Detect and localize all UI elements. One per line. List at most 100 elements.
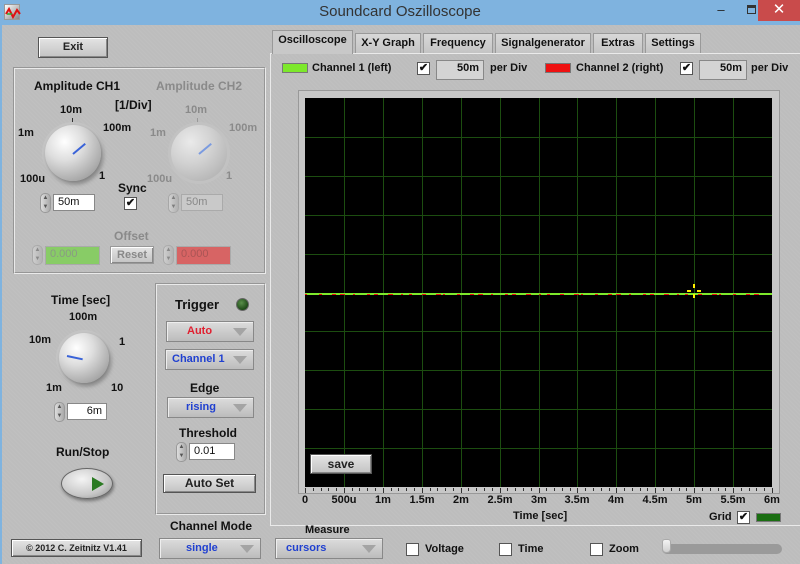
threshold-input[interactable]: 0.01 xyxy=(189,443,235,460)
minimize-button[interactable]: – xyxy=(706,0,736,21)
tab-frequency[interactable]: Frequency xyxy=(423,33,493,53)
ch1-knob-label-100u: 100u xyxy=(20,173,46,185)
x-axis-tick-label: 1m xyxy=(375,494,391,506)
channel-2-trace-segment xyxy=(615,294,621,295)
amplitude-ch2-knob xyxy=(171,125,227,181)
x-axis-tick xyxy=(523,488,524,491)
edge-label: Edge xyxy=(190,381,220,395)
x-axis-tick xyxy=(437,488,438,491)
channel-mode-value: single xyxy=(186,542,218,554)
amplitude-unit-label: [1/Div] xyxy=(115,98,152,112)
channel-mode-dropdown[interactable]: single xyxy=(159,538,261,559)
x-axis-tick xyxy=(663,488,664,491)
x-axis-tick xyxy=(632,488,633,491)
x-axis-tick xyxy=(616,488,617,493)
x-axis-tick-label: 5.5m xyxy=(720,494,746,506)
x-axis-tick xyxy=(492,488,493,491)
spinner-icon[interactable]: ▲ ▼ xyxy=(40,193,51,213)
ch1-color-swatch[interactable] xyxy=(282,63,308,73)
ch2-enable-checkbox[interactable]: ✔ xyxy=(680,62,693,75)
zoom-slider-track[interactable] xyxy=(662,544,782,554)
x-axis-label: Time [sec] xyxy=(513,510,568,522)
zoom-slider-thumb[interactable] xyxy=(662,539,671,553)
channel-2-trace-segment xyxy=(366,294,370,295)
x-axis-tick xyxy=(733,488,734,493)
channel-2-trace-segment xyxy=(525,294,531,295)
x-axis-tick xyxy=(507,488,508,491)
x-axis-tick xyxy=(749,488,750,491)
tab-signalgenerator[interactable]: Signalgenerator xyxy=(495,33,591,53)
auto-set-button[interactable]: Auto Set xyxy=(163,474,256,493)
x-axis-tick xyxy=(476,488,477,491)
channel-2-trace-segment xyxy=(332,294,336,295)
channel-2-trace-segment xyxy=(642,294,646,295)
trigger-mode-dropdown[interactable]: Auto xyxy=(166,321,254,342)
grid-color-swatch[interactable] xyxy=(756,513,781,522)
channel-mode-label: Channel Mode xyxy=(170,519,253,533)
ch2-scale-input[interactable]: 50m xyxy=(699,60,747,80)
offset-label: Offset xyxy=(114,229,149,243)
trigger-source-dropdown[interactable]: Channel 1 xyxy=(165,349,254,370)
run-stop-button[interactable] xyxy=(61,468,113,499)
time-measure-label: Time xyxy=(518,543,544,555)
x-axis-tick xyxy=(406,488,407,491)
trigger-cursor-icon[interactable] xyxy=(687,284,702,298)
time-input[interactable]: 6m xyxy=(67,403,107,420)
time-knob-label-10m: 10m xyxy=(29,334,52,346)
amplitude-ch2-title: Amplitude CH2 xyxy=(156,79,243,93)
zoom-checkbox[interactable] xyxy=(590,543,603,556)
measure-mode-value: cursors xyxy=(286,542,327,554)
channel-2-trace-segment xyxy=(422,294,426,295)
ch1-knob-label-100m: 100m xyxy=(103,122,132,134)
x-axis-tick xyxy=(741,488,742,491)
time-knob-label-1m: 1m xyxy=(46,382,62,394)
trigger-edge-dropdown[interactable]: rising xyxy=(167,397,254,418)
ch2-knob-label-100m: 100m xyxy=(229,122,258,134)
channel-2-trace-segment xyxy=(477,294,483,295)
measure-mode-dropdown[interactable]: cursors xyxy=(275,538,383,559)
threshold-field[interactable]: ▲ ▼ 0.01 xyxy=(176,442,236,462)
channel-2-trace-segment xyxy=(650,294,654,295)
chevron-down-icon xyxy=(233,356,247,364)
amplitude-ch1-input[interactable]: 50m xyxy=(53,194,95,211)
x-axis-tick xyxy=(321,488,322,491)
time-knob[interactable] xyxy=(59,333,109,383)
ch1-scale-input[interactable]: 50m xyxy=(436,60,484,80)
channel-2-trace-segment xyxy=(539,294,541,295)
chevron-down-icon xyxy=(233,404,247,412)
spinner-icon[interactable]: ▲ ▼ xyxy=(176,442,187,462)
tab-settings[interactable]: Settings xyxy=(645,33,701,53)
channel-2-trace-segment xyxy=(305,294,307,295)
amplitude-ch1-knob[interactable] xyxy=(45,125,101,181)
save-button[interactable]: save xyxy=(310,454,372,474)
ch2-color-swatch[interactable] xyxy=(545,63,571,73)
play-icon xyxy=(92,477,104,491)
grid-label: Grid xyxy=(709,511,732,523)
knob-needle xyxy=(72,142,86,155)
x-axis-tick xyxy=(468,488,469,491)
x-axis-tick-label: 1.5m xyxy=(409,494,435,506)
x-axis-tick-label: 500u xyxy=(331,494,357,506)
channel-2-trace-segment xyxy=(732,294,736,295)
time-measure-checkbox[interactable] xyxy=(499,543,512,556)
sync-checkbox[interactable]: ✔ xyxy=(124,197,137,210)
x-axis-tick xyxy=(710,488,711,491)
x-axis-tick xyxy=(718,488,719,491)
spinner-icon[interactable]: ▲ ▼ xyxy=(54,402,65,422)
amplitude-ch1-field[interactable]: ▲ ▼ 50m xyxy=(40,193,100,213)
grid-checkbox[interactable]: ✔ xyxy=(737,511,750,524)
scope-display[interactable]: save xyxy=(305,98,772,487)
offset-ch1-input: 0.000 xyxy=(45,246,100,265)
time-field[interactable]: ▲ ▼ 6m xyxy=(54,402,107,422)
tab-oscilloscope[interactable]: Oscilloscope xyxy=(272,30,353,54)
close-button[interactable]: ✕ xyxy=(758,0,800,21)
exit-button[interactable]: Exit xyxy=(38,37,108,58)
tab-extras[interactable]: Extras xyxy=(593,33,643,53)
voltage-checkbox[interactable] xyxy=(406,543,419,556)
spinner-icon: ▲ ▼ xyxy=(168,193,179,213)
ch2-label: Channel 2 (right) xyxy=(576,62,664,74)
ch1-enable-checkbox[interactable]: ✔ xyxy=(417,62,430,75)
x-axis-tick xyxy=(352,488,353,491)
tab-xy-graph[interactable]: X-Y Graph xyxy=(355,33,421,53)
x-axis-tick-label: 2.5m xyxy=(487,494,513,506)
